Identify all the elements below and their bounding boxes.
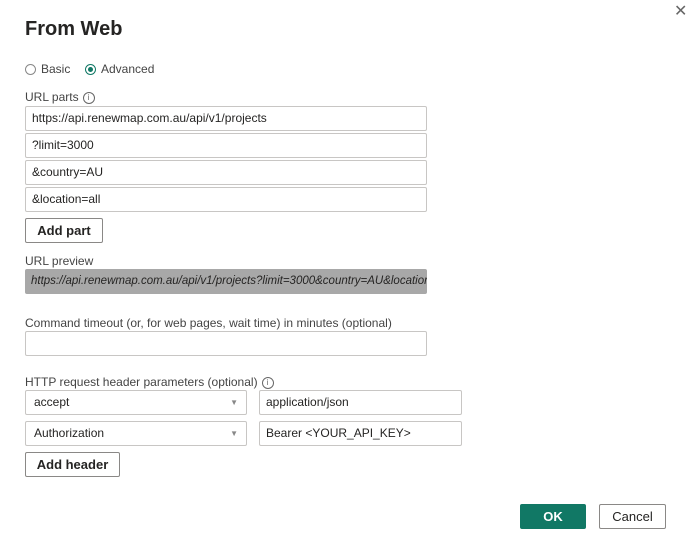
dialog-title: From Web	[25, 18, 123, 40]
radio-selected-icon	[85, 63, 96, 75]
header-name-select[interactable]: accept ▼	[25, 390, 247, 415]
chevron-down-icon: ▼	[230, 398, 238, 407]
info-icon[interactable]: i	[82, 91, 95, 104]
url-part-input[interactable]: ?limit=3000	[25, 133, 427, 158]
header-value-input[interactable]: Bearer <YOUR_API_KEY>	[259, 421, 462, 446]
header-name-select[interactable]: Authorization ▼	[25, 421, 247, 446]
header-value-input[interactable]: application/json	[259, 390, 462, 415]
header-name-value: accept	[34, 395, 70, 409]
url-part-input[interactable]: https://api.renewmap.com.au/api/v1/proje…	[25, 106, 427, 131]
radio-label: Advanced	[101, 62, 155, 76]
url-parts-label-text: URL parts	[25, 90, 79, 104]
add-header-button[interactable]: Add header	[25, 452, 120, 477]
radio-circle-icon	[25, 63, 36, 75]
timeout-input[interactable]	[25, 331, 427, 356]
url-preview-field: https://api.renewmap.com.au/api/v1/proje…	[25, 269, 427, 294]
close-icon[interactable]: ✕	[674, 1, 687, 21]
ok-button[interactable]: OK	[520, 504, 586, 529]
url-preview-label: URL preview	[25, 254, 94, 268]
headers-label: HTTP request header parameters (optional…	[25, 375, 274, 389]
cancel-button[interactable]: Cancel	[599, 504, 666, 529]
radio-basic[interactable]: Basic	[25, 62, 70, 76]
info-icon[interactable]: i	[261, 376, 274, 389]
header-name-value: Authorization	[34, 426, 105, 440]
url-part-input[interactable]: &country=AU	[25, 160, 427, 185]
radio-label: Basic	[41, 62, 71, 76]
headers-label-text: HTTP request header parameters (optional…	[25, 375, 258, 389]
radio-advanced[interactable]: Advanced	[85, 62, 154, 76]
timeout-label: Command timeout (or, for web pages, wait…	[25, 316, 392, 330]
add-part-button[interactable]: Add part	[25, 218, 103, 243]
url-parts-label: URL parts i	[25, 90, 95, 104]
url-part-input[interactable]: &location=all	[25, 187, 427, 212]
chevron-down-icon: ▼	[230, 429, 238, 438]
